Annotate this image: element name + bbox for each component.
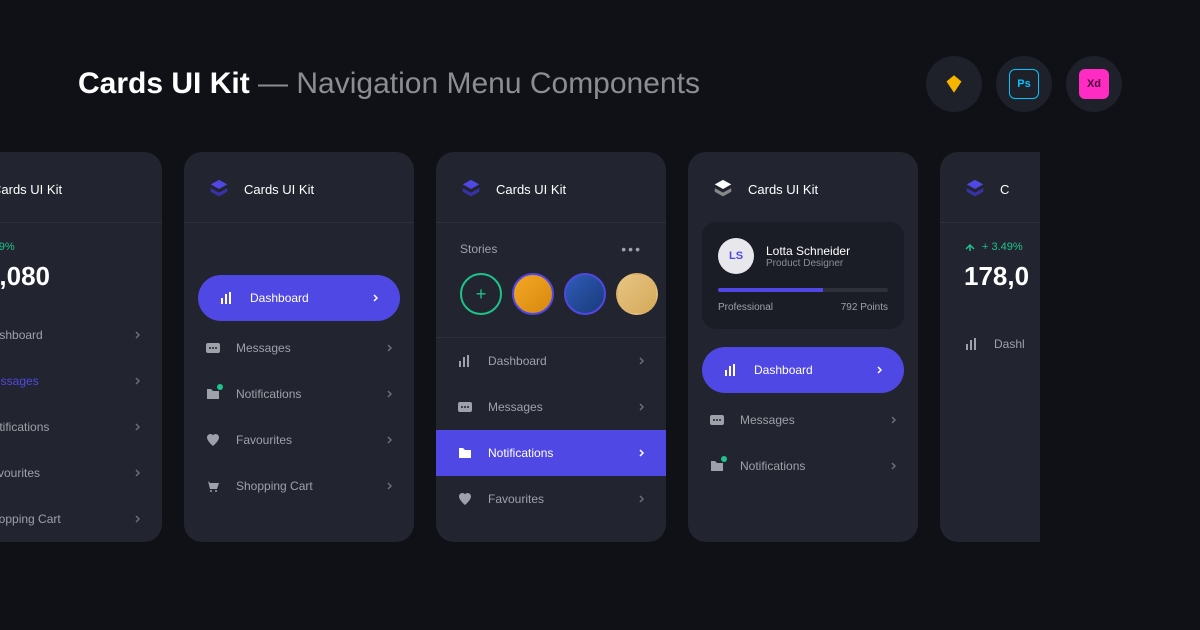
menu-notifications[interactable]: Notifications xyxy=(0,404,162,450)
chevron-right-icon xyxy=(134,515,142,523)
cart-icon xyxy=(204,477,222,495)
chevron-right-icon xyxy=(638,495,646,503)
brand-name: Cards UI Kit xyxy=(748,182,818,197)
avatar[interactable]: LS xyxy=(718,238,754,274)
nav-card-stat: Cards UI Kit + 3.49% 178,080 Dashboard M… xyxy=(0,152,162,542)
logo-icon xyxy=(964,178,986,200)
notification-dot-icon xyxy=(721,456,727,462)
menu-shopping[interactable]: Shopping Cart xyxy=(184,463,414,509)
stories-row: + xyxy=(436,273,666,337)
menu-dashboard[interactable]: Dashboard xyxy=(0,312,162,358)
folder-icon xyxy=(456,444,474,462)
chevron-right-icon xyxy=(638,403,646,411)
chevron-right-icon xyxy=(876,366,884,374)
stat-block: + 3.49% 178,080 xyxy=(0,241,162,312)
menu-notifications[interactable]: Notifications xyxy=(184,371,414,417)
chevron-right-icon xyxy=(890,462,898,470)
chevron-right-icon xyxy=(134,331,142,339)
menu-notifications-active[interactable]: Notifications xyxy=(436,430,666,476)
folder-icon xyxy=(708,457,726,475)
chevron-right-icon xyxy=(386,482,394,490)
stories-label: Stories xyxy=(460,242,497,256)
profile-points: 792 Points xyxy=(841,302,888,313)
chevron-right-icon xyxy=(638,449,646,457)
profile-level: Professional xyxy=(718,302,773,313)
add-story-button[interactable]: + xyxy=(460,273,502,315)
chevron-right-icon xyxy=(134,377,142,385)
menu-favourites[interactable]: Favourites xyxy=(184,417,414,463)
stat-delta: + 3.49% xyxy=(0,241,138,253)
brand-name: Cards UI Kit xyxy=(244,182,314,197)
menu-notifications[interactable]: Notifications xyxy=(688,443,918,489)
profile-role: Product Designer xyxy=(766,258,850,269)
menu-messages[interactable]: Messages xyxy=(688,397,918,443)
card-partial-right: C + 3.49% 178,0 Dashl xyxy=(940,152,1040,542)
story-avatar[interactable] xyxy=(564,273,606,315)
story-avatar[interactable] xyxy=(512,273,554,315)
chevron-right-icon xyxy=(134,423,142,431)
hero-header: Cards UI Kit — Navigation Menu Component… xyxy=(0,0,1200,152)
heart-icon xyxy=(204,431,222,449)
chevron-right-icon xyxy=(386,436,394,444)
menu-shopping[interactable]: Shopping Cart xyxy=(0,496,162,542)
menu-dashboard-active[interactable]: Dashboard xyxy=(702,347,904,393)
chevron-right-icon xyxy=(372,294,380,302)
nav-card-profile: Cards UI Kit LS Lotta SchneiderProduct De… xyxy=(688,152,918,542)
logo-icon xyxy=(460,178,482,200)
chevron-right-icon xyxy=(890,416,898,424)
story-avatar[interactable] xyxy=(616,273,658,315)
photoshop-icon: Ps xyxy=(996,56,1052,112)
chevron-right-icon xyxy=(134,469,142,477)
brand-name: Cards UI Kit xyxy=(0,182,62,197)
adobexd-icon: Xd xyxy=(1066,56,1122,112)
menu-dashboard-active[interactable]: Dashboard xyxy=(198,275,400,321)
menu-favourites[interactable]: Favourites xyxy=(436,476,666,522)
page-title: Cards UI Kit — Navigation Menu Component… xyxy=(78,67,700,101)
profile-name: Lotta Schneider xyxy=(766,244,850,258)
chevron-right-icon xyxy=(386,390,394,398)
chart-icon xyxy=(218,289,236,307)
notification-dot-icon xyxy=(217,384,223,390)
menu-messages[interactable]: Messages xyxy=(0,358,162,404)
chevron-right-icon xyxy=(638,357,646,365)
logo-icon xyxy=(208,178,230,200)
chart-icon xyxy=(722,361,740,379)
profile-card: LS Lotta SchneiderProduct Designer Profes… xyxy=(702,222,904,329)
nav-card-pill: Cards UI Kit Dashboard Messages Notifica… xyxy=(184,152,414,542)
nav-card-stories: Cards UI Kit Stories ••• + Dashboard Mess… xyxy=(436,152,666,542)
cards-row: Kit derigner 792 Points Cards UI Kit + 3… xyxy=(0,152,1200,542)
app-badges: Ps Xd xyxy=(926,56,1122,112)
message-icon xyxy=(204,339,222,357)
message-icon xyxy=(456,398,474,416)
more-icon[interactable]: ••• xyxy=(621,241,642,257)
chevron-right-icon xyxy=(386,344,394,352)
brand-name: Cards UI Kit xyxy=(496,182,566,197)
menu-dashboard[interactable]: Dashboard xyxy=(436,338,666,384)
heart-icon xyxy=(456,490,474,508)
message-icon xyxy=(708,411,726,429)
stat-value: 178,080 xyxy=(0,261,138,292)
sketch-icon xyxy=(926,56,982,112)
menu-messages[interactable]: Messages xyxy=(184,325,414,371)
menu-favourites[interactable]: Favourites xyxy=(0,450,162,496)
menu-messages[interactable]: Messages xyxy=(436,384,666,430)
progress-bar xyxy=(718,288,888,292)
logo-icon xyxy=(712,178,734,200)
chart-icon xyxy=(456,352,474,370)
folder-icon xyxy=(204,385,222,403)
